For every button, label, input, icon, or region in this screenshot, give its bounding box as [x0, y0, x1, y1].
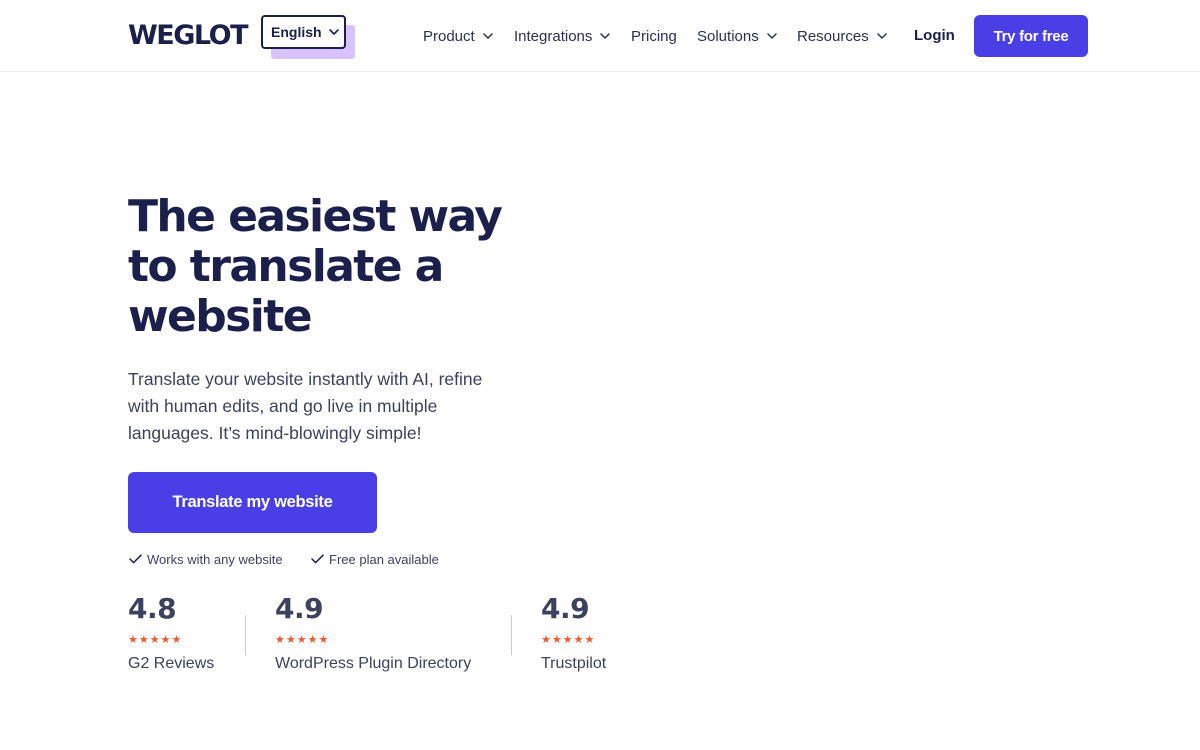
rating-trustpilot[interactable]: 4.9 ★★★★★ Trustpilot: [541, 592, 606, 674]
nav-item-integrations[interactable]: Integrations: [514, 24, 611, 48]
rating-source: Trustpilot: [541, 655, 607, 672]
rating-g2[interactable]: 4.8 ★★★★★ G2 Reviews: [128, 592, 214, 674]
nav-item-label: Solutions: [697, 27, 759, 45]
login-link[interactable]: Login: [914, 24, 955, 48]
chevron-down-icon: [482, 33, 493, 39]
chevron-down-icon: [328, 29, 339, 35]
hero-subtitle: Translate your website instantly with AI…: [128, 369, 483, 443]
chevron-down-icon: [876, 33, 887, 39]
chevron-down-icon: [766, 33, 777, 39]
checkmark-icon: [129, 554, 142, 564]
chevron-down-icon: [600, 33, 611, 39]
rating-source: WordPress Plugin Directory: [275, 655, 472, 672]
rating-score: 4.9: [275, 592, 324, 625]
rating-divider: [511, 615, 512, 655]
nav-item-label: Pricing: [631, 27, 677, 45]
feature-check-label: Free plan available: [329, 551, 439, 567]
translate-my-website-button[interactable]: Translate my website: [128, 472, 377, 533]
site-header: WEGLOT English Product Integrations Pric…: [0, 0, 1200, 72]
rating-source: G2 Reviews: [128, 655, 215, 672]
try-for-free-button[interactable]: Try for free: [974, 15, 1088, 57]
language-button[interactable]: English: [261, 15, 346, 49]
star-icon: ★★★★★: [541, 634, 596, 646]
rating-score: 4.9: [541, 592, 590, 625]
nav-item-label: Integrations: [514, 27, 593, 45]
nav-item-resources[interactable]: Resources: [797, 24, 887, 48]
language-label: English: [271, 24, 322, 40]
checkmark-icon: [311, 554, 324, 564]
hero-title: The easiest way to translate a website: [128, 191, 503, 342]
star-icon: ★★★★★: [275, 634, 330, 646]
feature-check-any-website: Works with any website: [129, 551, 283, 567]
language-selector[interactable]: English: [261, 15, 357, 59]
nav-item-product[interactable]: Product: [423, 24, 493, 48]
weglot-logo[interactable]: WEGLOT: [128, 20, 249, 52]
nav-item-label: Resources: [797, 27, 869, 45]
nav-item-pricing[interactable]: Pricing: [631, 24, 677, 48]
nav-item-label: Product: [423, 27, 475, 45]
star-icon: ★★★★★: [128, 634, 183, 646]
feature-check-label: Works with any website: [147, 551, 283, 567]
rating-wordpress[interactable]: 4.9 ★★★★★ WordPress Plugin Directory: [275, 592, 471, 674]
nav-item-solutions[interactable]: Solutions: [697, 24, 777, 48]
rating-divider: [245, 615, 246, 655]
rating-score: 4.8: [128, 592, 177, 625]
feature-check-free-plan: Free plan available: [311, 551, 439, 567]
